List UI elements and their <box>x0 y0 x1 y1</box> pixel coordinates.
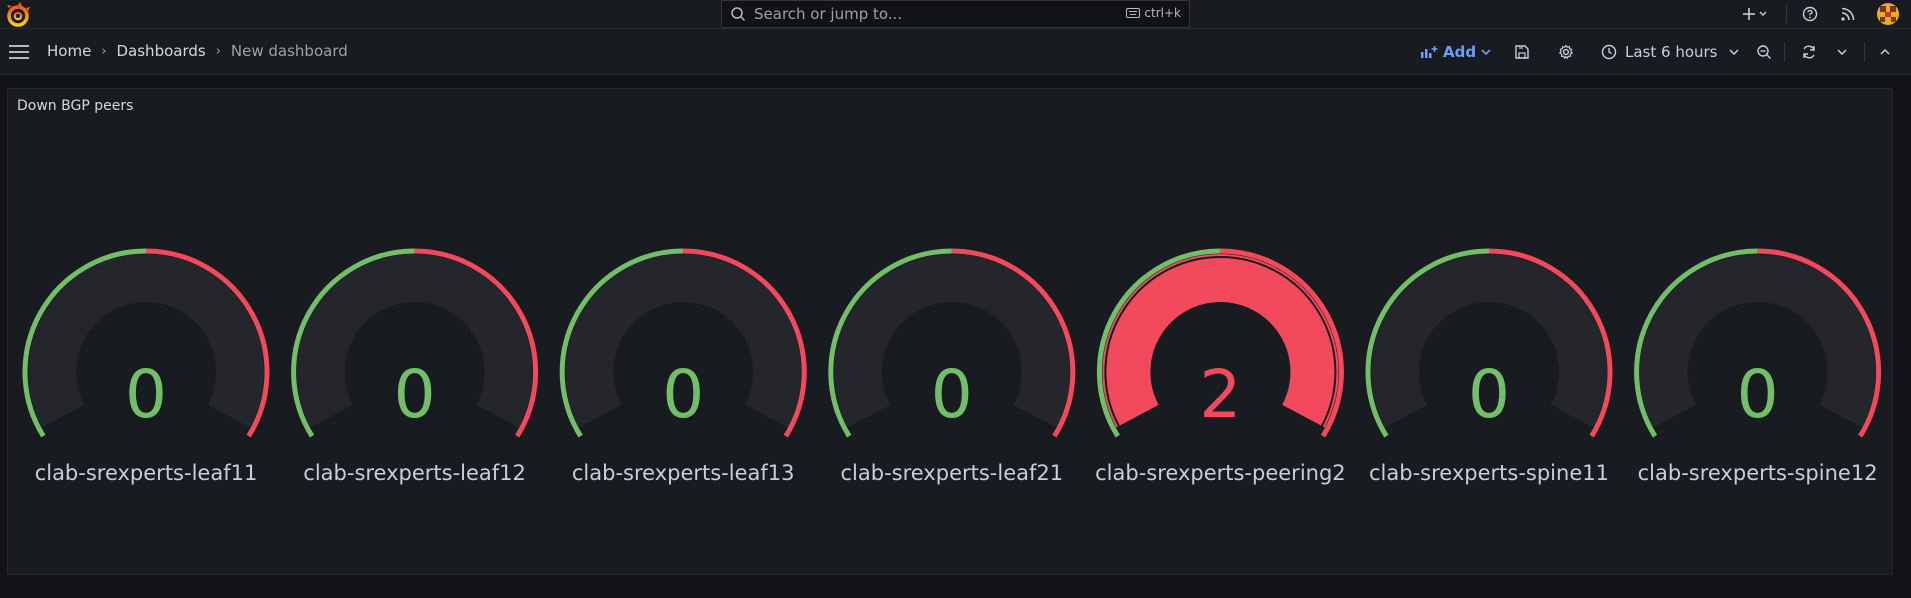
chevron-up-icon <box>1880 48 1890 55</box>
breadcrumb-separator: › <box>215 43 221 59</box>
help-icon <box>1802 6 1818 22</box>
gauge-value: 0 <box>393 356 436 433</box>
divider <box>1864 42 1865 62</box>
rss-icon <box>1841 7 1855 21</box>
gauge-label: clab-srexperts-leaf11 <box>34 461 258 485</box>
save-dashboard-button[interactable] <box>1513 43 1531 61</box>
gauge-value: 2 <box>1199 356 1242 433</box>
gauge-label: clab-srexperts-leaf12 <box>303 461 526 485</box>
keyboard-icon <box>1126 8 1141 18</box>
menu-icon[interactable] <box>8 43 30 61</box>
time-range-picker[interactable]: Last 6 hours <box>1601 41 1740 63</box>
top-bar: Search or jump to... ctrl+k <box>0 0 1911 29</box>
gauge-svg <box>22 248 1882 438</box>
refresh-button[interactable] <box>1800 43 1818 61</box>
news-button[interactable] <box>1838 4 1858 24</box>
add-panel-icon <box>1421 46 1438 58</box>
gauge-value: 0 <box>1468 356 1510 433</box>
zoom-out-icon <box>1757 45 1771 59</box>
refresh-icon <box>1803 45 1815 59</box>
gauge-label: clab-srexperts-peering2 <box>1095 461 1346 485</box>
save-icon <box>1515 45 1529 59</box>
plus-icon <box>1743 8 1767 20</box>
chevron-down-icon <box>1837 49 1847 56</box>
gauge-value: 0 <box>125 356 167 433</box>
search-placeholder: Search or jump to... <box>754 5 903 23</box>
breadcrumb-home[interactable]: Home <box>47 42 91 60</box>
divider <box>1786 5 1787 23</box>
gauge-label: clab-srexperts-leaf21 <box>840 461 1064 485</box>
gauge-value: 0 <box>662 356 705 433</box>
clock-icon <box>1601 44 1617 60</box>
collapse-toolbar-button[interactable] <box>1877 45 1893 59</box>
add-button-label: Add <box>1443 43 1477 61</box>
gauge-label: clab-srexperts-leaf13 <box>571 461 795 485</box>
zoom-out-button[interactable] <box>1755 43 1773 61</box>
breadcrumb-current: New dashboard <box>230 42 348 60</box>
gauge-label: clab-srexperts-spine12 <box>1637 461 1878 485</box>
avatar[interactable] <box>1877 3 1899 25</box>
chevron-down-icon <box>1481 49 1491 56</box>
dashboard-settings-button[interactable] <box>1557 43 1575 61</box>
divider <box>1784 42 1785 62</box>
breadcrumb-dashboards[interactable]: Dashboards <box>117 42 206 60</box>
help-button[interactable] <box>1800 4 1820 24</box>
time-range-label: Last 6 hours <box>1625 43 1718 61</box>
add-button[interactable]: Add <box>1420 41 1497 63</box>
gauge-panel[interactable]: Down BGP peers 0 clab-srexperts-leaf11 0 cl… <box>7 88 1893 575</box>
gear-icon <box>1558 44 1574 60</box>
new-menu-button[interactable] <box>1740 4 1770 24</box>
chevron-down-icon <box>1728 49 1739 56</box>
search-shortcut-label: ctrl+k <box>1144 6 1181 20</box>
gauge-value: 0 <box>930 356 973 433</box>
search-icon <box>731 7 746 22</box>
breadcrumb-separator: › <box>101 43 107 59</box>
search-input[interactable]: Search or jump to... ctrl+k <box>721 0 1190 28</box>
breadcrumb: Home › Dashboards › New dashboard <box>47 42 348 60</box>
gauge-label: clab-srexperts-spine11 <box>1369 461 1609 485</box>
avatar-icon <box>1877 3 1899 25</box>
grafana-logo-icon[interactable] <box>4 2 32 28</box>
search-shortcut: ctrl+k <box>1126 6 1181 20</box>
refresh-interval-dropdown[interactable] <box>1834 45 1850 59</box>
gauge-value: 0 <box>1736 356 1779 433</box>
